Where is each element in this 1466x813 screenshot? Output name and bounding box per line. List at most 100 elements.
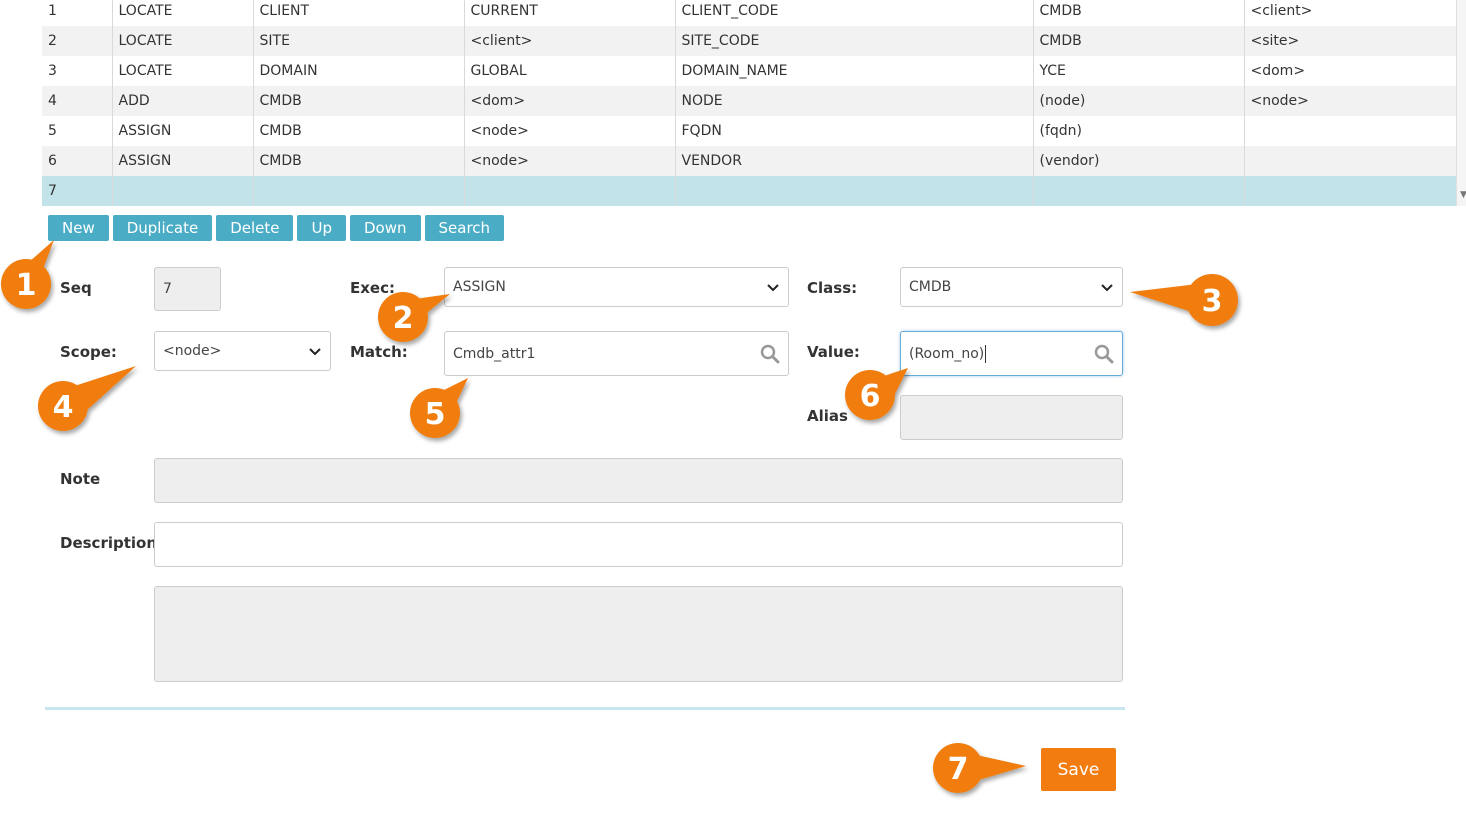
cell-scope[interactable]: GLOBAL [464, 56, 676, 86]
seq-field: 7 [154, 267, 221, 311]
callout-3-number: 3 [1202, 284, 1223, 319]
cell-value[interactable] [1033, 176, 1245, 206]
form-divider [45, 707, 1125, 710]
cell-exec[interactable]: LOCATE [112, 56, 254, 86]
cell-scope[interactable] [464, 176, 676, 206]
cell-exec[interactable]: LOCATE [112, 0, 254, 26]
cell-seq[interactable]: 5 [42, 116, 113, 146]
cell-scope[interactable]: <node> [464, 146, 676, 176]
exec-label: Exec: [350, 279, 395, 297]
cell-value[interactable]: YCE [1033, 56, 1245, 86]
cell-class[interactable]: DOMAIN [253, 56, 465, 86]
cell-class[interactable] [253, 176, 465, 206]
cell-match[interactable]: SITE_CODE [675, 26, 1034, 56]
cell-class[interactable]: CMDB [253, 116, 465, 146]
chevron-down-icon [309, 348, 321, 356]
search-icon[interactable] [1094, 344, 1114, 364]
extra-textarea[interactable] [154, 586, 1123, 682]
callout-6 [845, 368, 908, 420]
cell-seq[interactable]: 2 [42, 26, 113, 56]
cell-value[interactable]: (node) [1033, 86, 1245, 116]
description-field[interactable] [154, 522, 1123, 567]
table-row[interactable]: 5 ASSIGN CMDB <node> FQDN (fqdn) [42, 116, 1457, 146]
cell-exec[interactable]: ASSIGN [112, 116, 254, 146]
match-value: Cmdb_attr1 [453, 345, 536, 362]
cell-alias[interactable]: <node> [1244, 86, 1457, 116]
table-scrollbar[interactable] [1456, 0, 1466, 206]
table-row[interactable]: 3 LOCATE DOMAIN GLOBAL DOMAIN_NAME YCE <dom> [42, 56, 1457, 86]
rules-grid: 1 LOCATE CLIENT CURRENT CLIENT_CODE CMDB <clie… [42, 0, 1457, 206]
cell-exec[interactable]: ASSIGN [112, 146, 254, 176]
cell-exec[interactable] [112, 176, 254, 206]
cell-alias[interactable] [1244, 176, 1457, 206]
callout-1 [1, 240, 54, 309]
cell-value[interactable]: CMDB [1033, 26, 1245, 56]
new-button[interactable]: New [48, 215, 109, 241]
save-button[interactable]: Save [1041, 748, 1116, 791]
value-field[interactable]: (Room_no) [900, 331, 1123, 376]
cell-alias[interactable]: <client> [1244, 0, 1457, 26]
callout-2 [378, 292, 450, 342]
match-field[interactable]: Cmdb_attr1 [444, 331, 789, 376]
callout-3 [1130, 274, 1238, 326]
cell-scope[interactable]: <dom> [464, 86, 676, 116]
table-row[interactable]: 4 ADD CMDB <dom> NODE (node) <node> [42, 86, 1457, 116]
cell-exec[interactable]: ADD [112, 86, 254, 116]
cell-match[interactable]: NODE [675, 86, 1034, 116]
cell-alias[interactable] [1244, 146, 1457, 176]
cell-seq[interactable]: 1 [42, 0, 113, 26]
callout-7-number: 7 [948, 752, 969, 787]
cell-seq[interactable]: 7 [42, 176, 113, 206]
down-button[interactable]: Down [350, 215, 421, 241]
cell-alias[interactable] [1244, 116, 1457, 146]
cell-seq[interactable]: 3 [42, 56, 113, 86]
cell-match[interactable]: DOMAIN_NAME [675, 56, 1034, 86]
table-row[interactable]: 7 [42, 176, 1457, 206]
cell-class[interactable]: CMDB [253, 146, 465, 176]
scope-selected-value: <node> [163, 343, 222, 359]
cell-class[interactable]: CLIENT [253, 0, 465, 26]
cell-seq[interactable]: 6 [42, 146, 113, 176]
scope-select[interactable]: <node> [154, 331, 331, 371]
cell-value[interactable]: (fqdn) [1033, 116, 1245, 146]
cell-exec[interactable]: LOCATE [112, 26, 254, 56]
delete-button[interactable]: Delete [216, 215, 294, 241]
table-row[interactable]: 1 LOCATE CLIENT CURRENT CLIENT_CODE CMDB <clie… [42, 0, 1457, 26]
cell-seq[interactable]: 4 [42, 86, 113, 116]
cell-class[interactable]: CMDB [253, 86, 465, 116]
callout-1-number: 1 [16, 268, 37, 303]
cell-scope[interactable]: CURRENT [464, 0, 676, 26]
duplicate-button[interactable]: Duplicate [112, 215, 213, 241]
rules-table: 1 LOCATE CLIENT CURRENT CLIENT_CODE CMDB <clie… [42, 0, 1466, 208]
cell-value[interactable]: CMDB [1033, 0, 1245, 26]
cell-scope[interactable]: <node> [464, 116, 676, 146]
cell-scope[interactable]: <client> [464, 26, 676, 56]
scroll-down-arrow-icon[interactable]: ▼ [1460, 190, 1466, 200]
search-icon[interactable] [760, 344, 780, 364]
text-cursor [985, 344, 987, 363]
note-label: Note [60, 470, 101, 488]
value-label: Value: [807, 343, 860, 361]
note-field[interactable] [154, 458, 1123, 503]
callout-5-number: 5 [425, 397, 446, 432]
cell-match[interactable]: CLIENT_CODE [675, 0, 1034, 26]
table-row[interactable]: 6 ASSIGN CMDB <node> VENDOR (vendor) [42, 146, 1457, 176]
cell-alias[interactable]: <site> [1244, 26, 1457, 56]
chevron-down-icon [767, 284, 779, 292]
alias-label: Alias [807, 407, 848, 425]
cell-value[interactable]: (vendor) [1033, 146, 1245, 176]
class-select[interactable]: CMDB [900, 267, 1123, 307]
cell-match[interactable]: FQDN [675, 116, 1034, 146]
exec-selected-value: ASSIGN [453, 279, 506, 295]
exec-select[interactable]: ASSIGN [444, 267, 789, 307]
cell-class[interactable]: SITE [253, 26, 465, 56]
cell-alias[interactable]: <dom> [1244, 56, 1457, 86]
up-button[interactable]: Up [297, 215, 346, 241]
cell-match[interactable] [675, 176, 1034, 206]
callout-4-number: 4 [53, 390, 74, 425]
alias-field[interactable] [900, 395, 1123, 440]
search-button[interactable]: Search [424, 215, 505, 241]
table-row[interactable]: 2 LOCATE SITE <client> SITE_CODE CMDB <site> [42, 26, 1457, 56]
cell-match[interactable]: VENDOR [675, 146, 1034, 176]
match-label: Match: [350, 343, 408, 361]
